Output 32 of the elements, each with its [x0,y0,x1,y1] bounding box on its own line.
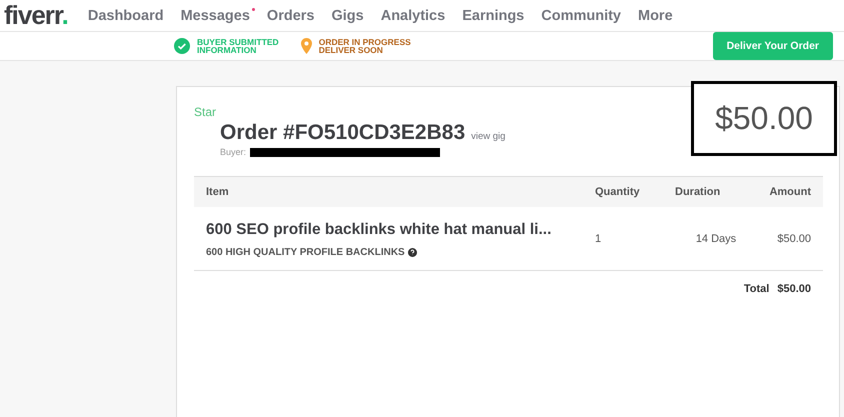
quantity-cell-text: 1 [595,232,602,244]
column-header: Item [206,185,230,200]
nav-link[interactable]: More [638,8,673,24]
location-pin-icon [300,38,312,54]
nav-link[interactable]: Earnings [462,8,524,24]
item-title: 600 SEO profile backlinks white hat manual li... [206,221,552,239]
nav-link[interactable]: Messages [180,8,255,24]
total-label: Total [744,283,770,295]
order-tag: Star [194,105,216,119]
check-circle-icon [174,38,190,54]
column-header: Quantity [595,185,641,200]
view-gig-link[interactable]: view gig [471,131,506,142]
nav-link[interactable]: Dashboard [88,8,164,24]
nav-link[interactable]: Analytics [380,8,446,24]
nav-link[interactable]: Orders [266,8,314,24]
duration-cell-text: 14 Days [694,232,738,244]
column-header: Amount [768,185,811,200]
deliver-order-button[interactable]: Deliver Your Order [712,32,833,60]
order-price: $50.00 [715,100,813,137]
unread-dot [252,8,255,10]
step-label: BUYER SUBMITTED INFORMATION [197,38,279,54]
column-header: Duration [675,185,722,200]
fiverr-logo[interactable]: fiverr. [4,0,68,31]
buyer-label: Buyer: [220,147,246,157]
help-icon[interactable] [408,248,417,257]
total-amount: $50.00 [777,283,811,295]
item-subtitle: 600 HIGH QUALITY PROFILE BACKLINKS [206,247,405,258]
nav-link[interactable]: Community [541,8,621,24]
order-title: Order #FO510CD3E2B83 [220,121,466,145]
nav-link[interactable]: Gigs [331,8,364,24]
step-label: ORDER IN PROGRESS DELIVER SOON [318,38,411,54]
amount-cell-text: $50.00 [776,232,811,244]
